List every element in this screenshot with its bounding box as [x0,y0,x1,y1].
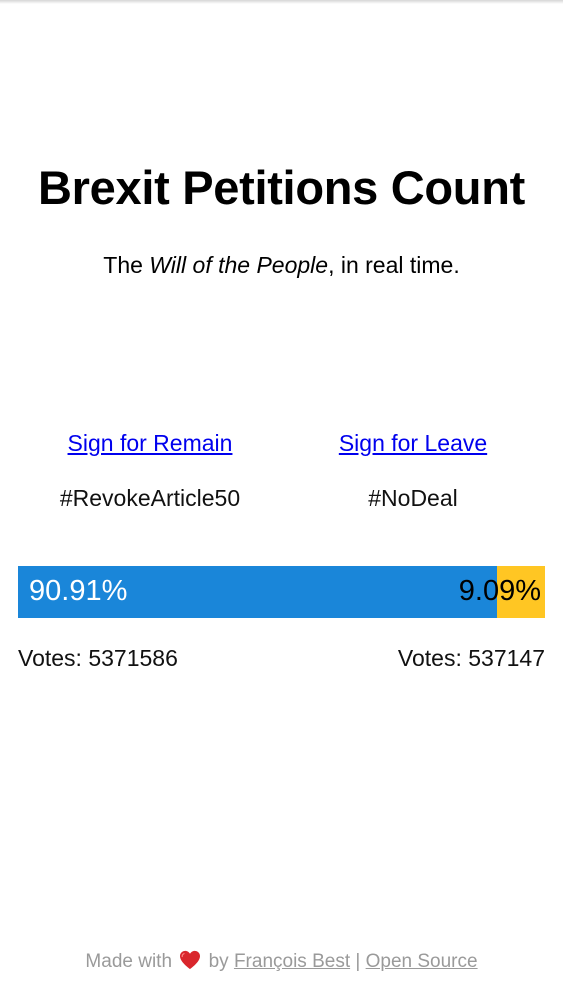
sign-for-remain-link[interactable]: Sign for Remain [68,430,233,457]
page-title: Brexit Petitions Count [38,161,525,214]
subtitle-prefix: The [103,252,150,278]
footer-by: by [208,951,229,972]
remain-percentage: 90.91% [29,575,128,607]
remain-votes: Votes: 5371586 [18,645,178,671]
sign-for-leave-link[interactable]: Sign for Leave [339,430,487,457]
subtitle-emphasis: Will of the People [149,252,329,278]
remain-column: Sign for Remain #RevokeArticle50 [20,430,280,512]
leave-hashtag: #NoDeal [368,485,458,511]
leave-column: Sign for Leave #NoDeal [283,430,543,512]
leave-percentage: 9.09% [458,575,541,607]
page-subtitle: The Will of the People, in real time. [0,252,563,279]
leave-votes: Votes: 537147 [397,645,545,671]
heart-icon [180,950,201,970]
footer-separator: | [355,951,361,972]
open-source-link[interactable]: Open Source [366,951,478,972]
subtitle-suffix: , in real time. [328,252,460,278]
top-edge-shadow [0,0,563,4]
remain-hashtag: #RevokeArticle50 [59,485,241,511]
author-link[interactable]: François Best [234,951,350,972]
vote-share-bar: 9.09% 90.91% [18,566,545,618]
footer: Made with by François Best | Open Source [0,950,563,973]
footer-made-with: Made with [85,951,173,972]
